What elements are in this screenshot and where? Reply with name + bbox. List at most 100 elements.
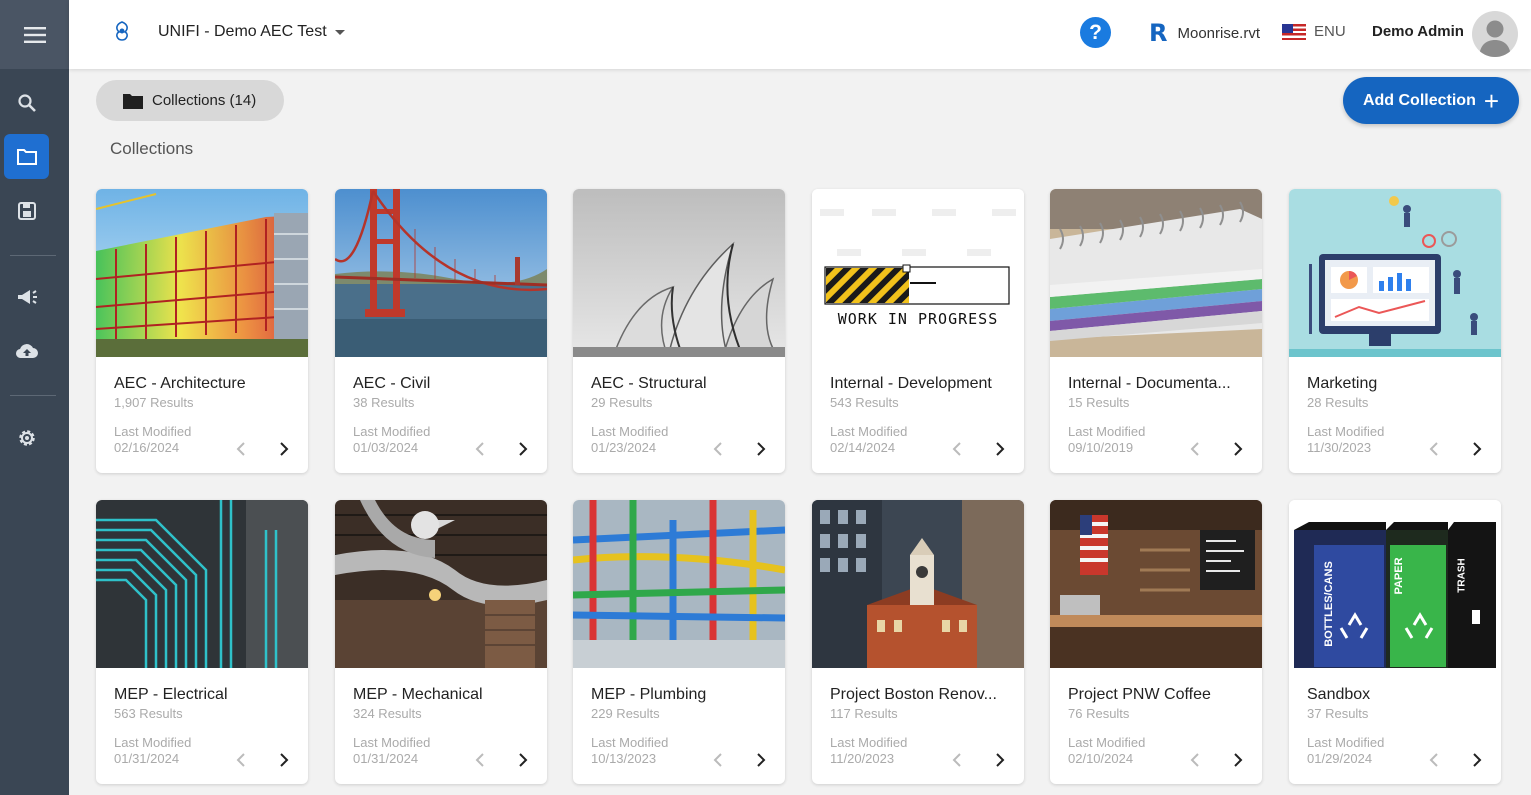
- card-prev-button[interactable]: [1190, 753, 1200, 767]
- collection-card[interactable]: Internal - Documenta... 15 Results Last …: [1050, 189, 1262, 473]
- chevron-left-icon: [952, 753, 961, 767]
- card-next-button[interactable]: [1472, 442, 1482, 456]
- card-next-button[interactable]: [1472, 753, 1482, 767]
- revit-file-indicator[interactable]: R Moonrise.rvt: [1149, 21, 1260, 45]
- card-prev-button[interactable]: [1190, 442, 1200, 456]
- collection-card[interactable]: Project PNW Coffee 76 Results Last Modif…: [1050, 500, 1262, 784]
- nav-search[interactable]: [4, 80, 49, 125]
- language-selector[interactable]: ENU: [1282, 23, 1346, 40]
- revit-icon: R: [1149, 19, 1168, 47]
- help-button[interactable]: ?: [1080, 17, 1111, 48]
- card-prev-button[interactable]: [713, 753, 723, 767]
- nav-upload[interactable]: [4, 328, 49, 373]
- card-next-button[interactable]: [518, 753, 528, 767]
- card-last-modified-date: 01/29/2024: [1307, 751, 1373, 766]
- revit-file-name: Moonrise.rvt: [1177, 24, 1261, 42]
- menu-button[interactable]: [0, 0, 69, 69]
- card-thumbnail: [1050, 189, 1262, 357]
- card-last-modified-date: 02/14/2024: [830, 440, 896, 455]
- project-selector[interactable]: UNIFI - Demo AEC Test: [158, 23, 345, 41]
- collection-card[interactable]: Marketing 28 Results Last Modified 11/30…: [1289, 189, 1501, 473]
- card-thumbnail: BOTTLES/CANS PAPER TRASH: [1289, 500, 1501, 668]
- chevron-right-icon: [1234, 442, 1243, 456]
- card-title: AEC - Civil: [353, 375, 431, 392]
- card-last-modified-date: 11/20/2023: [830, 751, 895, 766]
- collection-card[interactable]: AEC - Structural 29 Results Last Modifie…: [573, 189, 785, 473]
- chevron-right-icon: [519, 753, 528, 767]
- chevron-right-icon: [996, 442, 1005, 456]
- card-title: AEC - Architecture: [114, 375, 246, 392]
- collection-card[interactable]: WORK IN PROGRESS Internal - Development …: [812, 189, 1024, 473]
- card-result-count: 543 Results: [830, 395, 899, 410]
- card-prev-button[interactable]: [952, 442, 962, 456]
- card-prev-button[interactable]: [236, 442, 246, 456]
- add-collection-button[interactable]: Add Collection +: [1343, 77, 1519, 124]
- card-prev-button[interactable]: [952, 753, 962, 767]
- nav-collections[interactable]: [4, 134, 49, 179]
- bin-label: TRASH: [1456, 558, 1468, 593]
- card-result-count: 117 Results: [830, 706, 898, 721]
- card-title: MEP - Mechanical: [353, 686, 483, 703]
- nav-announcements[interactable]: [4, 274, 49, 319]
- card-next-button[interactable]: [756, 442, 766, 456]
- card-prev-button[interactable]: [1429, 442, 1439, 456]
- card-last-modified-label: Last Modified: [591, 735, 669, 750]
- card-next-button[interactable]: [1233, 442, 1243, 456]
- collection-card[interactable]: BOTTLES/CANS PAPER TRASH Sandbox 37 Resu…: [1289, 500, 1501, 784]
- collection-card[interactable]: AEC - Architecture 1,907 Results Last Mo…: [96, 189, 308, 473]
- nav-saved[interactable]: [4, 188, 49, 233]
- card-last-modified-label: Last Modified: [114, 424, 192, 439]
- card-prev-button[interactable]: [1429, 753, 1439, 767]
- card-next-button[interactable]: [1233, 753, 1243, 767]
- card-last-modified-date: 10/13/2023: [591, 751, 657, 766]
- chevron-right-icon: [280, 442, 289, 456]
- top-header: UNIFI - Demo AEC Test ? R Moonrise.rvt E…: [69, 0, 1531, 69]
- folder-icon: [16, 148, 37, 165]
- user-name[interactable]: Demo Admin: [1372, 23, 1464, 40]
- nav-settings[interactable]: [4, 415, 49, 460]
- menu-icon: [23, 26, 46, 43]
- chevron-left-icon: [236, 753, 245, 767]
- card-last-modified-date: 01/23/2024: [591, 440, 657, 455]
- card-prev-button[interactable]: [475, 753, 485, 767]
- card-thumbnail: WORK IN PROGRESS: [812, 189, 1024, 357]
- avatar[interactable]: [1472, 11, 1518, 57]
- chevron-right-icon: [1234, 753, 1243, 767]
- card-thumbnail: [573, 500, 785, 668]
- us-flag-icon: [1282, 23, 1306, 40]
- card-title: Marketing: [1307, 375, 1378, 392]
- collections-chip[interactable]: Collections (14): [96, 80, 284, 121]
- card-next-button[interactable]: [995, 753, 1005, 767]
- card-prev-button[interactable]: [475, 442, 485, 456]
- add-collection-label: Add Collection: [1362, 91, 1476, 109]
- card-next-button[interactable]: [518, 442, 528, 456]
- chevron-left-icon: [1429, 442, 1438, 456]
- search-icon: [17, 93, 36, 112]
- card-result-count: 15 Results: [1068, 395, 1130, 410]
- sidebar: [0, 0, 69, 795]
- chevron-right-icon: [519, 442, 528, 456]
- collection-card[interactable]: MEP - Mechanical 324 Results Last Modifi…: [335, 500, 547, 784]
- wip-label: WORK IN PROGRESS: [837, 310, 999, 328]
- card-next-button[interactable]: [995, 442, 1005, 456]
- card-next-button[interactable]: [756, 753, 766, 767]
- collection-card[interactable]: Project Boston Renov... 117 Results Last…: [812, 500, 1024, 784]
- chevron-left-icon: [1190, 753, 1199, 767]
- collection-card[interactable]: AEC - Civil 38 Results Last Modified 01/…: [335, 189, 547, 473]
- card-next-button[interactable]: [279, 753, 289, 767]
- card-result-count: 76 Results: [1068, 706, 1130, 721]
- megaphone-icon: [17, 289, 37, 304]
- card-prev-button[interactable]: [236, 753, 246, 767]
- card-next-button[interactable]: [279, 442, 289, 456]
- language-code: ENU: [1314, 23, 1346, 40]
- chevron-right-icon: [1473, 442, 1482, 456]
- card-title: Project Boston Renov...: [830, 686, 997, 703]
- card-prev-button[interactable]: [713, 442, 723, 456]
- card-result-count: 1,907 Results: [114, 395, 194, 410]
- card-last-modified-label: Last Modified: [1068, 735, 1146, 750]
- chevron-left-icon: [713, 753, 722, 767]
- gear-icon: [18, 429, 35, 446]
- chevron-left-icon: [475, 753, 484, 767]
- collection-card[interactable]: MEP - Plumbing 229 Results Last Modified…: [573, 500, 785, 784]
- collection-card[interactable]: MEP - Electrical 563 Results Last Modifi…: [96, 500, 308, 784]
